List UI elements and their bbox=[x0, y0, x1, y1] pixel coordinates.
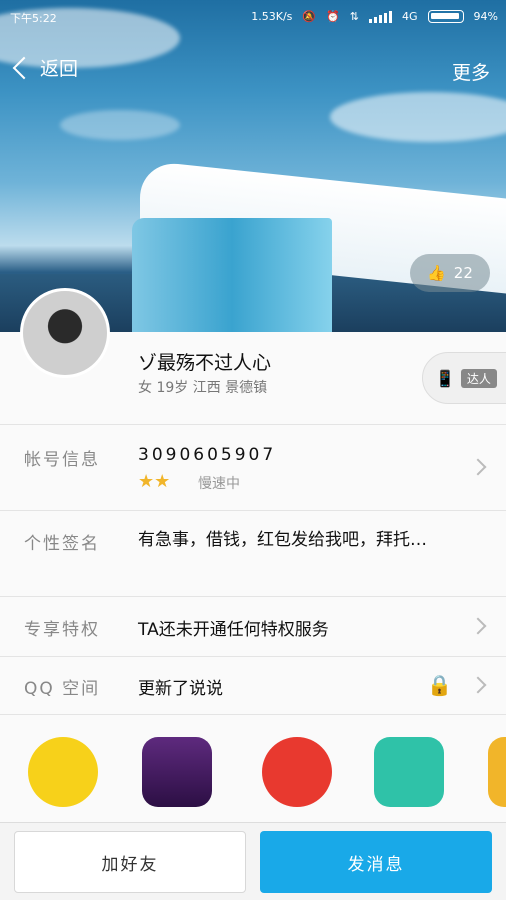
row-signature: 个性签名 有急事，借钱，红包发给我吧，拜托… bbox=[0, 510, 506, 596]
mute-icon: 🔕 bbox=[302, 10, 317, 23]
row-signature-label: 个性签名 bbox=[24, 534, 100, 554]
row-qzone-label: QQ 空间 bbox=[24, 679, 101, 699]
chevron-right-icon bbox=[469, 676, 487, 694]
winged-phone-icon: 📱 bbox=[435, 368, 455, 388]
chevron-right-icon bbox=[469, 617, 487, 635]
row-qzone[interactable]: QQ 空间 更新了说说 🔒 bbox=[0, 656, 506, 714]
add-friend-button[interactable]: 加好友 bbox=[14, 831, 246, 893]
reading-app-icon[interactable] bbox=[374, 737, 444, 807]
chevron-left-icon bbox=[12, 56, 36, 79]
avatar[interactable] bbox=[20, 288, 110, 378]
row-account-label: 帐号信息 bbox=[24, 450, 100, 470]
star-game-app-icon[interactable] bbox=[142, 737, 212, 807]
status-time: 下午5:22 bbox=[10, 12, 57, 25]
privileges-text: TA还未开通任何特权服务 bbox=[138, 620, 329, 640]
row-privileges-label: 专享特权 bbox=[24, 620, 100, 640]
row-account[interactable]: 帐号信息 3090605907 ★★ 慢速中 bbox=[0, 424, 506, 510]
qq-music-app-icon[interactable] bbox=[28, 737, 98, 807]
vibrate-icon: ⇅ bbox=[349, 10, 360, 23]
like-count: 22 bbox=[453, 264, 473, 282]
signal-icon bbox=[369, 10, 393, 23]
status-bar: 下午5:22 1.53K/s 🔕 ⏰ ⇅ 4G 94% bbox=[0, 0, 506, 34]
signature-text: 有急事，借钱，红包发给我吧，拜托… bbox=[138, 530, 427, 550]
alarm-icon: ⏰ bbox=[326, 10, 340, 23]
back-button[interactable]: 返回 bbox=[10, 54, 78, 81]
profile-meta: 女 19岁 江西 景德镇 bbox=[138, 380, 268, 396]
lock-icon: 🔒 bbox=[427, 673, 452, 697]
battery-icon bbox=[427, 10, 464, 23]
daren-badge[interactable]: 📱 达人 bbox=[422, 352, 506, 404]
network-type: 4G bbox=[402, 10, 418, 23]
level-stars-icon: ★★ bbox=[138, 471, 171, 492]
back-label: 返回 bbox=[40, 58, 79, 80]
chevron-right-icon bbox=[469, 458, 487, 476]
apps-strip bbox=[0, 714, 506, 824]
cloud bbox=[60, 110, 180, 140]
battery-percent: 94% bbox=[473, 10, 498, 23]
more-button[interactable]: 更多 bbox=[452, 58, 490, 85]
iceberg-face bbox=[132, 218, 332, 332]
bottom-bar: 加好友 发消息 bbox=[0, 822, 506, 900]
thumbs-up-icon: 👍 bbox=[427, 264, 446, 282]
parrot-karaoke-app-icon[interactable] bbox=[262, 737, 332, 807]
level-status: 慢速中 bbox=[198, 476, 240, 492]
account-number: 3090605907 bbox=[138, 445, 277, 465]
net-speed: 1.53K/s bbox=[251, 10, 293, 23]
send-message-button[interactable]: 发消息 bbox=[260, 831, 492, 893]
cloud bbox=[330, 92, 506, 142]
like-button[interactable]: 👍 22 bbox=[410, 254, 490, 292]
daren-label: 达人 bbox=[460, 368, 497, 388]
qzone-text: 更新了说说 bbox=[138, 679, 223, 699]
status-right: 1.53K/s 🔕 ⏰ ⇅ 4G 94% bbox=[251, 10, 498, 23]
row-privileges[interactable]: 专享特权 TA还未开通任何特权服务 bbox=[0, 596, 506, 656]
nickname: ゾ最殇不过人心 bbox=[138, 352, 272, 374]
partial-app-icon[interactable] bbox=[488, 737, 506, 807]
